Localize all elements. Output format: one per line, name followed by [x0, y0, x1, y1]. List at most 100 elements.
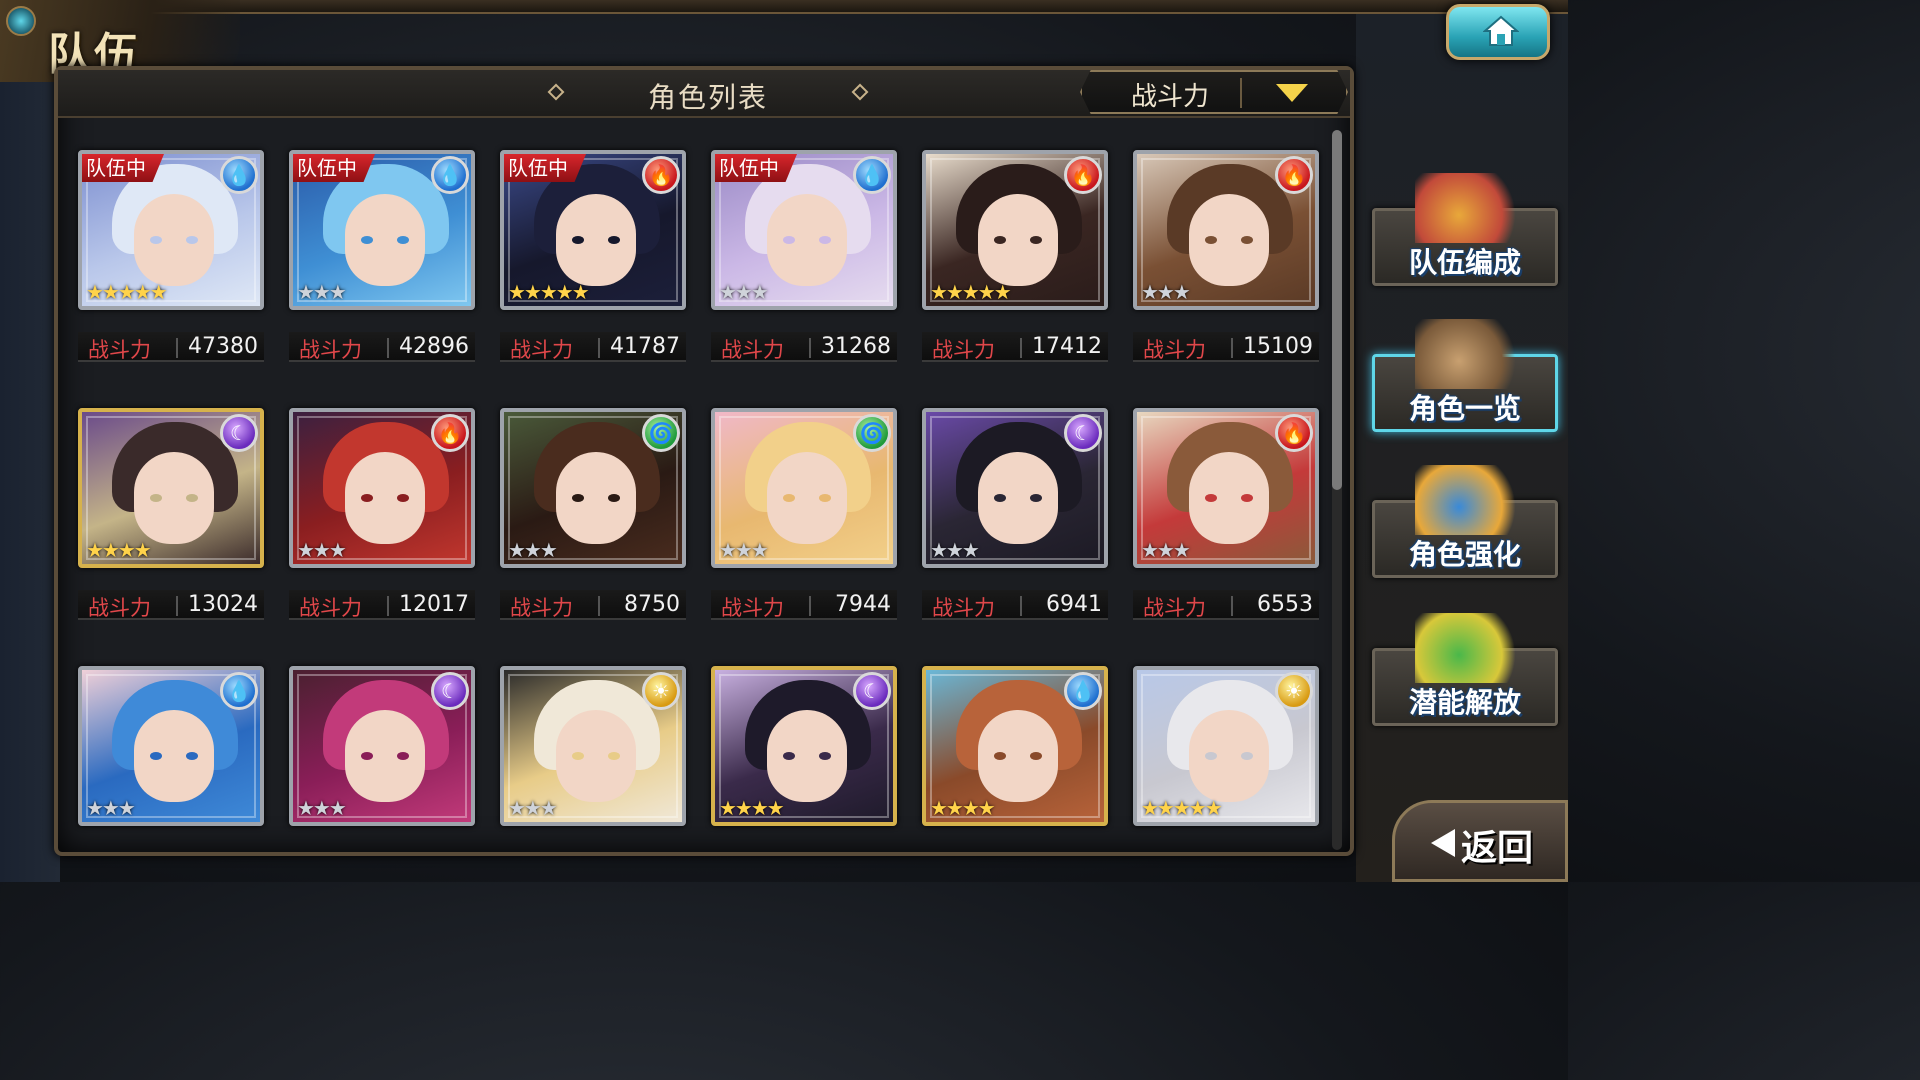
- side-menu-label: 角色强化: [1408, 538, 1521, 571]
- power-label: 战斗力: [88, 596, 151, 620]
- power-separator: [387, 338, 389, 358]
- power-separator: [1020, 596, 1022, 616]
- power-label: 战斗力: [299, 596, 362, 620]
- side-menu-button[interactable]: 角色强化: [1372, 465, 1558, 578]
- character-card[interactable]: ☾ ★★★: [289, 666, 475, 826]
- character-card[interactable]: 队伍中 💧 ★★★: [289, 150, 475, 310]
- character-card[interactable]: 💧 ★★★: [78, 666, 264, 826]
- power-label: 战斗力: [1143, 596, 1206, 620]
- scrollbar-thumb[interactable]: [1332, 130, 1342, 490]
- sort-divider: [1240, 78, 1242, 108]
- character-card[interactable]: 队伍中 🔥 ★★★★★: [500, 150, 686, 310]
- fire-element-icon: 🔥: [1275, 414, 1313, 452]
- character-card[interactable]: 🔥 ★★★: [1133, 408, 1319, 568]
- potential-release-icon: [1415, 613, 1525, 683]
- rarity-stars-icon: ★★★★★: [930, 280, 1012, 304]
- power-label: 战斗力: [510, 338, 573, 362]
- power-label: 战斗力: [88, 338, 151, 362]
- power-separator: [176, 596, 178, 616]
- character-card[interactable]: 🔥 ★★★: [1133, 150, 1319, 310]
- power-bar: 战斗力 17412: [922, 332, 1108, 362]
- character-card[interactable]: 队伍中 💧 ★★★★★: [78, 150, 264, 310]
- water-element-icon: 💧: [220, 156, 258, 194]
- character-card[interactable]: ☾ ★★★★: [711, 666, 897, 826]
- power-separator: [598, 596, 600, 616]
- light-element-icon: ☀: [1275, 672, 1313, 710]
- fire-element-icon: 🔥: [431, 414, 469, 452]
- power-value: 7944: [835, 592, 891, 617]
- power-separator: [598, 338, 600, 358]
- rarity-stars-icon: ★★★: [86, 796, 136, 820]
- character-card[interactable]: ☀ ★★★: [500, 666, 686, 826]
- water-element-icon: 💧: [220, 672, 258, 710]
- right-background: [1356, 14, 1568, 882]
- character-card[interactable]: 🌀 ★★★: [500, 408, 686, 568]
- back-button[interactable]: 返回: [1392, 800, 1568, 882]
- character-card[interactable]: 🌀 ★★★: [711, 408, 897, 568]
- power-value: 47380: [188, 334, 258, 359]
- power-bar: 战斗力 6553: [1133, 590, 1319, 620]
- side-menu-button[interactable]: 角色一览: [1372, 319, 1558, 432]
- power-value: 42896: [399, 334, 469, 359]
- dark-element-icon: ☾: [1064, 414, 1102, 452]
- power-bar: 战斗力 7944: [711, 590, 897, 620]
- power-value: 6941: [1046, 592, 1102, 617]
- character-card[interactable]: 队伍中 💧 ★★★: [711, 150, 897, 310]
- character-book-icon: [1415, 319, 1525, 389]
- character-card[interactable]: ☾ ★★★★: [78, 408, 264, 568]
- character-list-panel: 角色列表 战斗力 队伍中 💧 ★★★★★ 战斗力 47380 队伍中 💧 ★★★ 战斗力 4289…: [54, 66, 1354, 856]
- character-card[interactable]: 💧 ★★★★: [922, 666, 1108, 826]
- rarity-stars-icon: ★★★: [508, 538, 558, 562]
- power-label: 战斗力: [721, 338, 784, 362]
- in-team-badge: 队伍中: [82, 154, 164, 182]
- in-team-badge: 队伍中: [293, 154, 375, 182]
- home-icon: [1483, 15, 1519, 46]
- rarity-stars-icon: ★★★: [719, 280, 769, 304]
- rarity-stars-icon: ★★★: [297, 538, 347, 562]
- side-menu-button[interactable]: 潜能解放: [1372, 613, 1558, 726]
- rarity-stars-icon: ★★★: [297, 796, 347, 820]
- fire-element-icon: 🔥: [1275, 156, 1313, 194]
- power-value: 31268: [821, 334, 891, 359]
- rarity-stars-icon: ★★★★★: [86, 280, 168, 304]
- in-team-badge: 队伍中: [715, 154, 797, 182]
- rarity-stars-icon: ★★★★: [719, 796, 785, 820]
- character-card[interactable]: ☾ ★★★: [922, 408, 1108, 568]
- wind-element-icon: 🌀: [642, 414, 680, 452]
- power-separator: [1231, 596, 1233, 616]
- rarity-stars-icon: ★★★: [930, 538, 980, 562]
- rarity-stars-icon: ★★★★★: [508, 280, 590, 304]
- home-button[interactable]: [1446, 4, 1550, 60]
- power-bar: 战斗力 13024: [78, 590, 264, 620]
- character-card[interactable]: 🔥 ★★★★★: [922, 150, 1108, 310]
- rarity-stars-icon: ★★★★: [930, 796, 996, 820]
- team-formation-icon: [1415, 173, 1525, 243]
- sort-dropdown[interactable]: 战斗力: [1080, 70, 1348, 114]
- power-separator: [176, 338, 178, 358]
- rarity-stars-icon: ★★★★: [86, 538, 152, 562]
- power-bar: 战斗力 15109: [1133, 332, 1319, 362]
- power-value: 15109: [1243, 334, 1313, 359]
- power-separator: [1231, 338, 1233, 358]
- panel-header: 角色列表 战斗力: [58, 70, 1350, 118]
- dark-element-icon: ☾: [220, 414, 258, 452]
- power-label: 战斗力: [299, 338, 362, 362]
- water-element-icon: 💧: [853, 156, 891, 194]
- power-bar: 战斗力 6941: [922, 590, 1108, 620]
- power-separator: [387, 596, 389, 616]
- back-label: 返回: [1461, 828, 1534, 869]
- side-menu-button[interactable]: 队伍编成: [1372, 173, 1558, 286]
- character-card[interactable]: 🔥 ★★★: [289, 408, 475, 568]
- scrollbar[interactable]: [1332, 130, 1342, 850]
- power-value: 6553: [1257, 592, 1313, 617]
- power-bar: 战斗力 41787: [500, 332, 686, 362]
- fire-element-icon: 🔥: [642, 156, 680, 194]
- power-label: 战斗力: [932, 596, 995, 620]
- triangle-down-icon[interactable]: [1276, 84, 1308, 102]
- dark-element-icon: ☾: [431, 672, 469, 710]
- character-card[interactable]: ☀ ★★★★★: [1133, 666, 1319, 826]
- water-element-icon: 💧: [1064, 672, 1102, 710]
- power-bar: 战斗力 12017: [289, 590, 475, 620]
- panel-title: 角色列表: [647, 81, 768, 114]
- power-bar: 战斗力 31268: [711, 332, 897, 362]
